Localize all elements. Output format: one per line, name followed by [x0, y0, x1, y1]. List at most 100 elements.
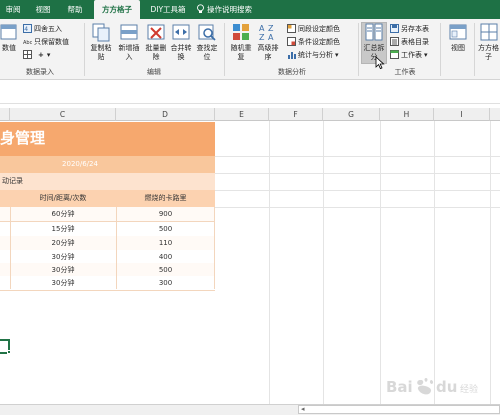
grid-line: [490, 121, 491, 404]
view-icon: [449, 24, 467, 40]
group-divider: [440, 23, 441, 76]
svg-text:4: 4: [24, 26, 28, 33]
column-header-g[interactable]: G: [323, 108, 380, 121]
column-header-j[interactable]: [490, 108, 500, 121]
header-time-distance[interactable]: 时间/距离/次数: [10, 191, 116, 206]
tab-help[interactable]: 帮助: [62, 0, 88, 19]
grid-icon: [23, 50, 32, 59]
color-grid-icon: [287, 37, 296, 46]
column-header-b[interactable]: [0, 108, 10, 121]
column-header-d[interactable]: D: [116, 108, 215, 121]
fangfang-icon: [480, 23, 497, 41]
grid-line: [215, 173, 500, 174]
view-button[interactable]: 视图: [444, 22, 472, 66]
random-repeat-button[interactable]: 随机重 复: [228, 22, 254, 66]
grid-line: [269, 121, 270, 404]
save-as-sheet-button[interactable]: 另存本表: [390, 24, 429, 35]
dropdown-arrow-icon: ▾: [335, 51, 339, 59]
tab-review[interactable]: 审阅: [0, 0, 26, 19]
group-label-edit: 编辑: [147, 68, 161, 76]
svg-text:经验: 经验: [460, 383, 478, 395]
number-button[interactable]: 数值: [0, 22, 18, 66]
plus-minus-button[interactable]: + ▾: [23, 50, 50, 61]
column-header-h[interactable]: H: [380, 108, 434, 121]
cell-time[interactable]: 60分钟: [10, 207, 116, 222]
summarize-split-icon: [365, 23, 383, 41]
cell-calories[interactable]: 500: [116, 222, 215, 237]
stats-analysis-button[interactable]: 统计与分析 ▾: [287, 50, 339, 61]
round-button[interactable]: 4 四舍五入: [23, 24, 62, 35]
cond-color-button[interactable]: 条件设定颜色: [287, 37, 340, 48]
number-icon: [0, 24, 17, 40]
svg-text:Z: Z: [259, 33, 265, 42]
merge-icon: [172, 24, 190, 40]
insert-button[interactable]: 新增插 入: [116, 22, 142, 66]
tab-fangfang[interactable]: 方方格子: [94, 0, 140, 19]
svg-text:A: A: [259, 24, 265, 33]
worksheet-menu-button[interactable]: 工作表 ▾: [390, 50, 428, 61]
formula-bar[interactable]: [0, 80, 500, 104]
svg-text:A: A: [268, 33, 274, 42]
grid-line: [215, 207, 500, 208]
scroll-left-arrow-icon[interactable]: ◂: [301, 405, 305, 413]
keep-values-button[interactable]: Abc 只保留数值: [23, 37, 69, 48]
group-label-analysis: 数据分析: [278, 68, 306, 76]
sheet-catalog-button[interactable]: 表格目录: [390, 37, 429, 48]
column-header-f[interactable]: F: [269, 108, 323, 121]
worksheet-icon: [390, 50, 399, 59]
cell-calories[interactable]: 300: [116, 276, 215, 291]
header-calories[interactable]: 燃烧的卡路里: [116, 191, 215, 206]
cell-time[interactable]: 15分钟: [10, 222, 116, 237]
group-divider: [474, 23, 475, 76]
sort-icon: A Z Z A: [259, 24, 274, 42]
svg-text:Bai: Bai: [386, 378, 413, 396]
fill-handle[interactable]: [7, 350, 11, 354]
advanced-sort-button[interactable]: A Z Z A 高级排 序: [255, 22, 281, 66]
ribbon: 数值 4 四舍五入 Abc 只保留数值 + ▾ 数据录入 复制粘 贴 新增插 入 批量…: [0, 19, 500, 80]
column-header-c[interactable]: C: [10, 108, 116, 121]
tell-me-search[interactable]: 操作说明搜索: [207, 0, 265, 19]
dropdown-arrow-icon: ▾: [46, 51, 51, 59]
grid-line: [380, 121, 381, 404]
group-divider: [224, 23, 225, 76]
grid-line: [215, 190, 500, 191]
dropdown-arrow-icon: ▾: [424, 51, 428, 59]
cell-time[interactable]: 20分钟: [10, 236, 116, 251]
baidu-jingyan-watermark: Bai du 经验: [386, 378, 478, 396]
copy-paste-icon: [92, 23, 110, 42]
cell-calories[interactable]: 900: [116, 207, 215, 222]
group-label-data-entry: 数据录入: [26, 68, 54, 76]
grid-line: [323, 121, 324, 404]
section-row: [0, 173, 215, 190]
batch-delete-button[interactable]: 批量删 除: [143, 22, 169, 66]
copy-paste-button[interactable]: 复制粘 贴: [88, 22, 114, 66]
column-header-e[interactable]: E: [215, 108, 269, 121]
tab-view[interactable]: 视图: [30, 0, 56, 19]
sheet-title: 身管理: [0, 129, 46, 147]
random-icon: [233, 24, 249, 40]
merge-convert-button[interactable]: 合并转 换: [169, 22, 193, 66]
cell-time[interactable]: 30分钟: [10, 276, 116, 291]
svg-text:Abc: Abc: [23, 40, 32, 46]
abc-icon: Abc: [23, 40, 32, 46]
horizontal-scrollbar[interactable]: ◂: [298, 405, 500, 414]
color-grid-icon: [287, 24, 296, 33]
grid-line: [434, 121, 435, 404]
cell-calories[interactable]: 110: [116, 236, 215, 251]
dup-color-button[interactable]: 同段设定颜色: [287, 24, 340, 35]
catalog-icon: [390, 37, 399, 46]
fangfang-button[interactable]: 方方格 子: [477, 22, 500, 66]
tab-diy-toolbox[interactable]: DIY工具箱: [144, 0, 192, 19]
section-label[interactable]: 动记录: [2, 173, 23, 190]
find-icon: [198, 24, 216, 41]
lightbulb-icon: [197, 4, 204, 13]
svg-text:Z: Z: [268, 24, 274, 33]
stats-icon: [288, 52, 296, 59]
grid-line: [215, 156, 500, 157]
group-label-worksheet: 工作表: [394, 68, 416, 76]
sheet-date[interactable]: 2020/6/24: [40, 156, 120, 173]
column-header-i[interactable]: I: [434, 108, 490, 121]
insert-icon: [120, 24, 138, 40]
find-locate-button[interactable]: 查找定 位: [194, 22, 220, 66]
ribbon-tab-bar: 审阅 视图 帮助 方方格子 DIY工具箱 操作说明搜索: [0, 0, 500, 19]
